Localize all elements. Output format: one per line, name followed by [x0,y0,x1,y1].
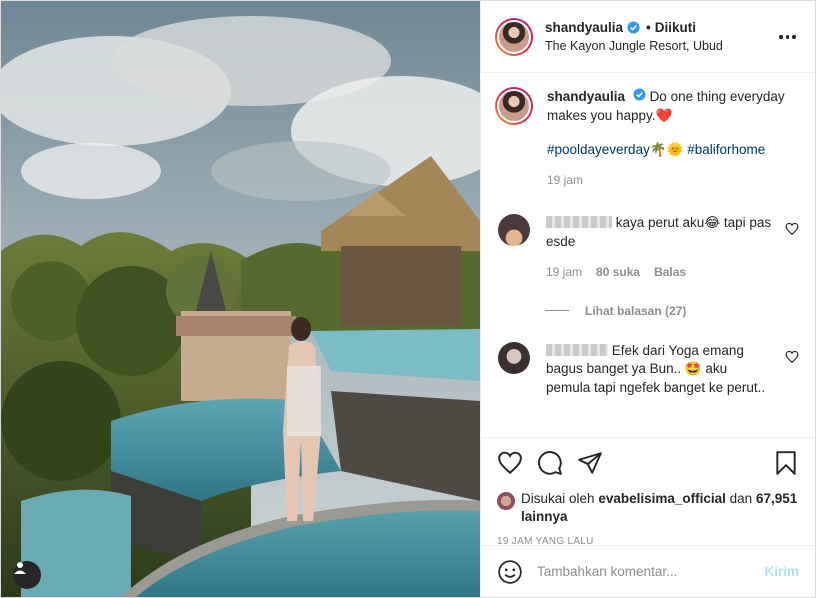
verified-badge-icon [627,21,640,34]
view-replies-button[interactable]: Lihat balasan (27) [545,304,799,318]
comment-icon[interactable] [537,450,563,476]
comment-likes[interactable]: 80 suka [596,263,640,282]
separator-dot: • [646,19,651,35]
add-comment-bar: Kirim [481,545,815,597]
user-tag-icon [14,562,26,574]
caption-time[interactable]: 19 jam [547,171,797,190]
likes-summary: Disukai oleh evabelisima_official dan 67… [497,490,799,526]
verified-badge-icon [633,88,646,101]
post-modal: shandyaulia • Diikuti The Kayon Jungle R… [0,0,816,598]
pool-resort-photo [1,1,480,597]
comment-time[interactable]: 19 jam [546,263,582,282]
commenter-username-blurred[interactable] [546,216,612,228]
hashtag-emojis: 🌴🌞 [649,142,684,157]
author-username[interactable]: shandyaulia [545,19,623,37]
share-icon[interactable] [577,450,603,476]
heart-emoji: ❤️ [655,108,673,123]
commenter-avatar[interactable] [498,341,530,374]
comment-input[interactable] [537,564,765,579]
post-photo[interactable] [1,1,480,597]
more-options-icon[interactable] [779,29,799,45]
post-side-panel: shandyaulia • Diikuti The Kayon Jungle R… [480,1,815,597]
caption: shandyaulia Do one thing everyday makes … [495,87,799,190]
post-header: shandyaulia • Diikuti The Kayon Jungle R… [481,1,815,73]
caption-username[interactable]: shandyaulia [547,89,625,104]
comment-item: kaya perut aku😂 tapi pas esde 19 jam 80 … [495,214,799,282]
reply-button[interactable]: Balas [654,263,686,282]
post-comment-button[interactable]: Kirim [764,564,799,579]
commenter-avatar[interactable] [498,214,530,246]
hashtag-link[interactable]: #baliforhome [687,142,765,157]
user-tag-button[interactable] [13,561,41,589]
liker-username[interactable]: evabelisima_official [598,491,726,506]
following-button[interactable]: Diikuti [655,19,696,37]
hashtag-link[interactable]: #pooldayeverday [547,142,650,157]
post-location[interactable]: The Kayon Jungle Resort, Ubud [545,37,723,55]
caption-avatar[interactable] [495,87,533,125]
liked-by-prefix: Disukai oleh [521,491,595,506]
comments-section: shandyaulia Do one thing everyday makes … [481,73,815,437]
comment-item: Efek dari Yoga emang bagus banget ya Bun… [495,341,799,398]
view-replies-label: Lihat balasan (27) [585,303,687,318]
comment-like-heart-icon[interactable] [785,350,799,364]
liker-avatar[interactable] [497,492,515,510]
comment-like-heart-icon[interactable] [785,222,799,236]
commenter-username-blurred[interactable] [546,343,608,356]
liked-by-and: dan [729,491,753,506]
emoji-icon[interactable] [497,559,523,585]
author-avatar[interactable] [495,17,533,56]
bookmark-icon[interactable] [773,450,799,476]
heart-icon[interactable] [497,450,523,476]
